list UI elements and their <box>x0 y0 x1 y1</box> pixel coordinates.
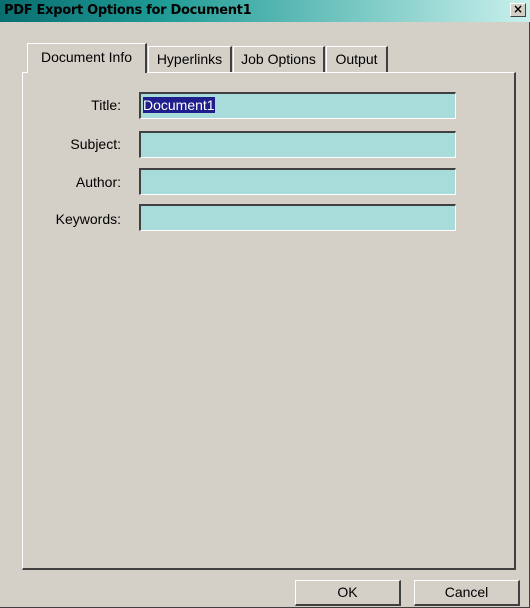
tab-output[interactable]: Output <box>326 46 388 72</box>
tab-label: Document Info <box>40 49 133 65</box>
tab-label: Hyperlinks <box>156 51 223 67</box>
subject-label: Subject: <box>70 136 121 152</box>
tab-job-options[interactable]: Job Options <box>233 46 325 72</box>
ok-button[interactable]: OK <box>295 580 401 606</box>
tab-document-info[interactable]: Document Info <box>27 43 147 73</box>
title-bar[interactable]: PDF Export Options for Document1 × <box>0 0 530 22</box>
cancel-button[interactable]: Cancel <box>414 580 520 606</box>
tab-label: Job Options <box>241 51 316 67</box>
tab-label: Output <box>335 51 378 67</box>
title-label: Title: <box>91 97 121 113</box>
keywords-label: Keywords: <box>55 211 121 227</box>
title-field-value: Document1 <box>143 97 215 113</box>
keywords-field[interactable] <box>139 204 456 231</box>
subject-field[interactable] <box>139 131 456 158</box>
tab-hyperlinks[interactable]: Hyperlinks <box>148 46 232 72</box>
author-label: Author: <box>75 174 121 190</box>
window-title: PDF Export Options for Document1 <box>4 3 252 18</box>
ok-button-label: OK <box>337 584 358 600</box>
cancel-button-label: Cancel <box>444 584 489 600</box>
close-icon: × <box>512 2 524 16</box>
title-field[interactable]: Document1 <box>139 92 456 119</box>
author-field[interactable] <box>139 168 456 195</box>
close-button[interactable]: × <box>510 3 526 17</box>
pdf-export-dialog: PDF Export Options for Document1 × Docum… <box>0 0 530 608</box>
